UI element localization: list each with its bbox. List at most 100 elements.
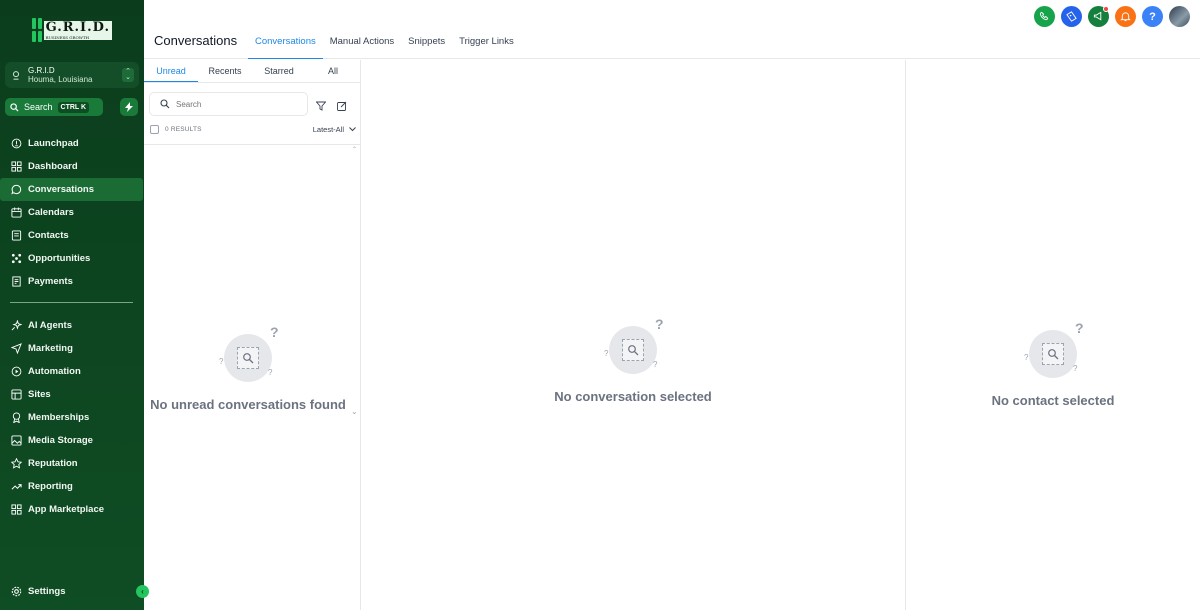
header-tabs: Conversations Manual Actions Snippets Trigg… <box>248 24 521 59</box>
ticket-icon <box>1066 11 1077 22</box>
tab-manual-actions[interactable]: Manual Actions <box>323 24 401 59</box>
logo-text: G.R.I.D. <box>45 19 110 35</box>
conversation-list-panel: UnreadRecentsStarredAll 0 RESULTS Latest… <box>144 60 361 610</box>
user-avatar[interactable] <box>1169 6 1190 27</box>
tab-trigger-links[interactable]: Trigger Links <box>452 24 521 59</box>
sidebar: G.R.I.D. BUSINESS GROWTH G.R.I.D Houma, … <box>0 0 149 610</box>
rocket-icon <box>11 138 22 149</box>
account-switcher[interactable]: G.R.I.D Houma, Louisiana ⌃ ⌄ <box>5 62 139 88</box>
sidebar-item-reporting[interactable]: Reporting <box>0 475 144 498</box>
sidebar-item-label: Opportunities <box>28 253 91 264</box>
sidebar-item-contacts[interactable]: Contacts <box>0 224 144 247</box>
search-shortcut: CTRL K <box>57 101 90 113</box>
sidebar-item-label: Reputation <box>28 458 78 469</box>
sidebar-item-label: Marketing <box>28 343 73 354</box>
sidebar-item-label: Media Storage <box>28 435 93 446</box>
award-icon <box>12 412 21 423</box>
logo-subtext: BUSINESS GROWTH <box>45 34 90 40</box>
chat-icon <box>11 184 22 195</box>
list-filter-tabs: Unread Recents Starred All <box>144 60 360 83</box>
quick-action-button[interactable] <box>120 98 138 116</box>
empty-conversation-state: ??? No conversation selected <box>533 316 733 404</box>
bell-icon <box>1120 12 1131 22</box>
sidebar-item-marketing[interactable]: Marketing <box>0 337 144 360</box>
empty-search-illustration: ??? <box>1018 320 1088 381</box>
tab-conversations[interactable]: Conversations <box>248 24 323 59</box>
location-pin-icon <box>13 71 19 80</box>
sidebar-item-app-marketplace[interactable]: App Marketplace <box>0 498 144 521</box>
sidebar-item-label: Conversations <box>28 184 94 195</box>
send-icon <box>11 343 22 354</box>
sidebar-item-label: App Marketplace <box>28 504 105 515</box>
app-root: G.R.I.D. BUSINESS GROWTH G.R.I.D Houma, … <box>0 0 1200 610</box>
brand-logo[interactable]: G.R.I.D. BUSINESS GROWTH <box>32 16 112 44</box>
empty-list-message: No unread conversations found <box>150 397 346 412</box>
page-title: Conversations <box>154 33 238 48</box>
empty-list-state: ??? No unread conversations found <box>148 324 348 412</box>
sidebar-item-label: Sites <box>28 389 51 400</box>
select-all-checkbox[interactable] <box>150 125 159 134</box>
search-label: Search <box>24 102 53 112</box>
search-icon <box>160 99 170 109</box>
network-icon <box>11 253 22 264</box>
help-button[interactable]: ? <box>1142 6 1163 27</box>
sidebar-nav-secondary: AI Agents Marketing Automation Sites Members… <box>0 314 144 521</box>
list-tab-all[interactable]: All <box>306 60 360 82</box>
account-location: Houma, Louisiana <box>28 75 93 84</box>
empty-search-illustration: ??? <box>598 316 668 377</box>
search-icon <box>10 102 19 112</box>
sidebar-item-automation[interactable]: Automation <box>0 360 144 383</box>
star-icon <box>11 458 22 469</box>
results-count: 0 RESULTS <box>165 126 202 133</box>
receipt-icon <box>12 276 21 287</box>
globe-icon <box>11 389 22 400</box>
search-button[interactable]: Search CTRL K <box>5 98 103 116</box>
sidebar-item-sites[interactable]: Sites <box>0 383 144 406</box>
conversation-search[interactable] <box>149 92 308 116</box>
sidebar-item-payments[interactable]: Payments <box>0 270 144 293</box>
sidebar-item-label: Calendars <box>28 207 74 218</box>
megaphone-button[interactable] <box>1088 6 1109 27</box>
sidebar-item-label: Reporting <box>28 481 73 492</box>
compose-icon[interactable] <box>337 101 347 111</box>
sidebar-item-launchpad[interactable]: Launchpad <box>0 132 144 155</box>
account-name: G.R.I.D <box>28 66 55 75</box>
scroll-down-icon[interactable]: ⌄ <box>351 407 358 416</box>
sparkle-icon <box>11 320 22 331</box>
sort-dropdown[interactable]: Latest-All <box>313 125 356 134</box>
trend-icon <box>11 484 22 490</box>
calendar-icon <box>11 207 22 218</box>
sidebar-item-calendars[interactable]: Calendars <box>0 201 144 224</box>
scroll-up-icon[interactable]: ⌃ <box>352 146 357 153</box>
ticket-button[interactable] <box>1061 6 1082 27</box>
sort-label: Latest-All <box>312 125 344 134</box>
sidebar-item-settings[interactable]: Settings <box>0 580 144 603</box>
sidebar-item-label: Payments <box>28 276 73 287</box>
sidebar-item-ai-agents[interactable]: AI Agents <box>0 314 144 337</box>
filter-icon[interactable] <box>316 101 326 111</box>
sidebar-item-dashboard[interactable]: Dashboard <box>0 155 144 178</box>
sidebar-divider <box>10 302 133 303</box>
sidebar-item-memberships[interactable]: Memberships <box>0 406 144 429</box>
list-tab-unread[interactable]: Unread <box>144 60 198 82</box>
sidebar-item-media-storage[interactable]: Media Storage <box>0 429 144 452</box>
gear-icon <box>11 586 22 597</box>
list-tab-starred[interactable]: Starred <box>252 60 306 82</box>
conversation-panel: ??? No conversation selected <box>361 60 906 610</box>
list-tab-recents[interactable]: Recents <box>198 60 252 82</box>
help-icon: ? <box>1149 10 1156 23</box>
sidebar-item-opportunities[interactable]: Opportunities <box>0 247 144 270</box>
tab-snippets[interactable]: Snippets <box>401 24 452 59</box>
top-bar: Conversations Conversations Manual Action… <box>144 0 1200 59</box>
grid-icon <box>11 161 22 172</box>
header-actions: ? <box>1034 6 1190 27</box>
sidebar-item-conversations[interactable]: Conversations <box>0 178 143 201</box>
phone-button[interactable] <box>1034 6 1055 27</box>
empty-search-illustration: ??? <box>213 324 283 385</box>
empty-contact-message: No contact selected <box>991 393 1115 408</box>
search-input[interactable] <box>176 99 296 109</box>
phone-icon <box>1039 11 1049 21</box>
bell-button[interactable] <box>1115 6 1136 27</box>
sidebar-item-reputation[interactable]: Reputation <box>0 452 144 475</box>
chevron-updown-icon[interactable]: ⌃ ⌄ <box>122 68 134 82</box>
